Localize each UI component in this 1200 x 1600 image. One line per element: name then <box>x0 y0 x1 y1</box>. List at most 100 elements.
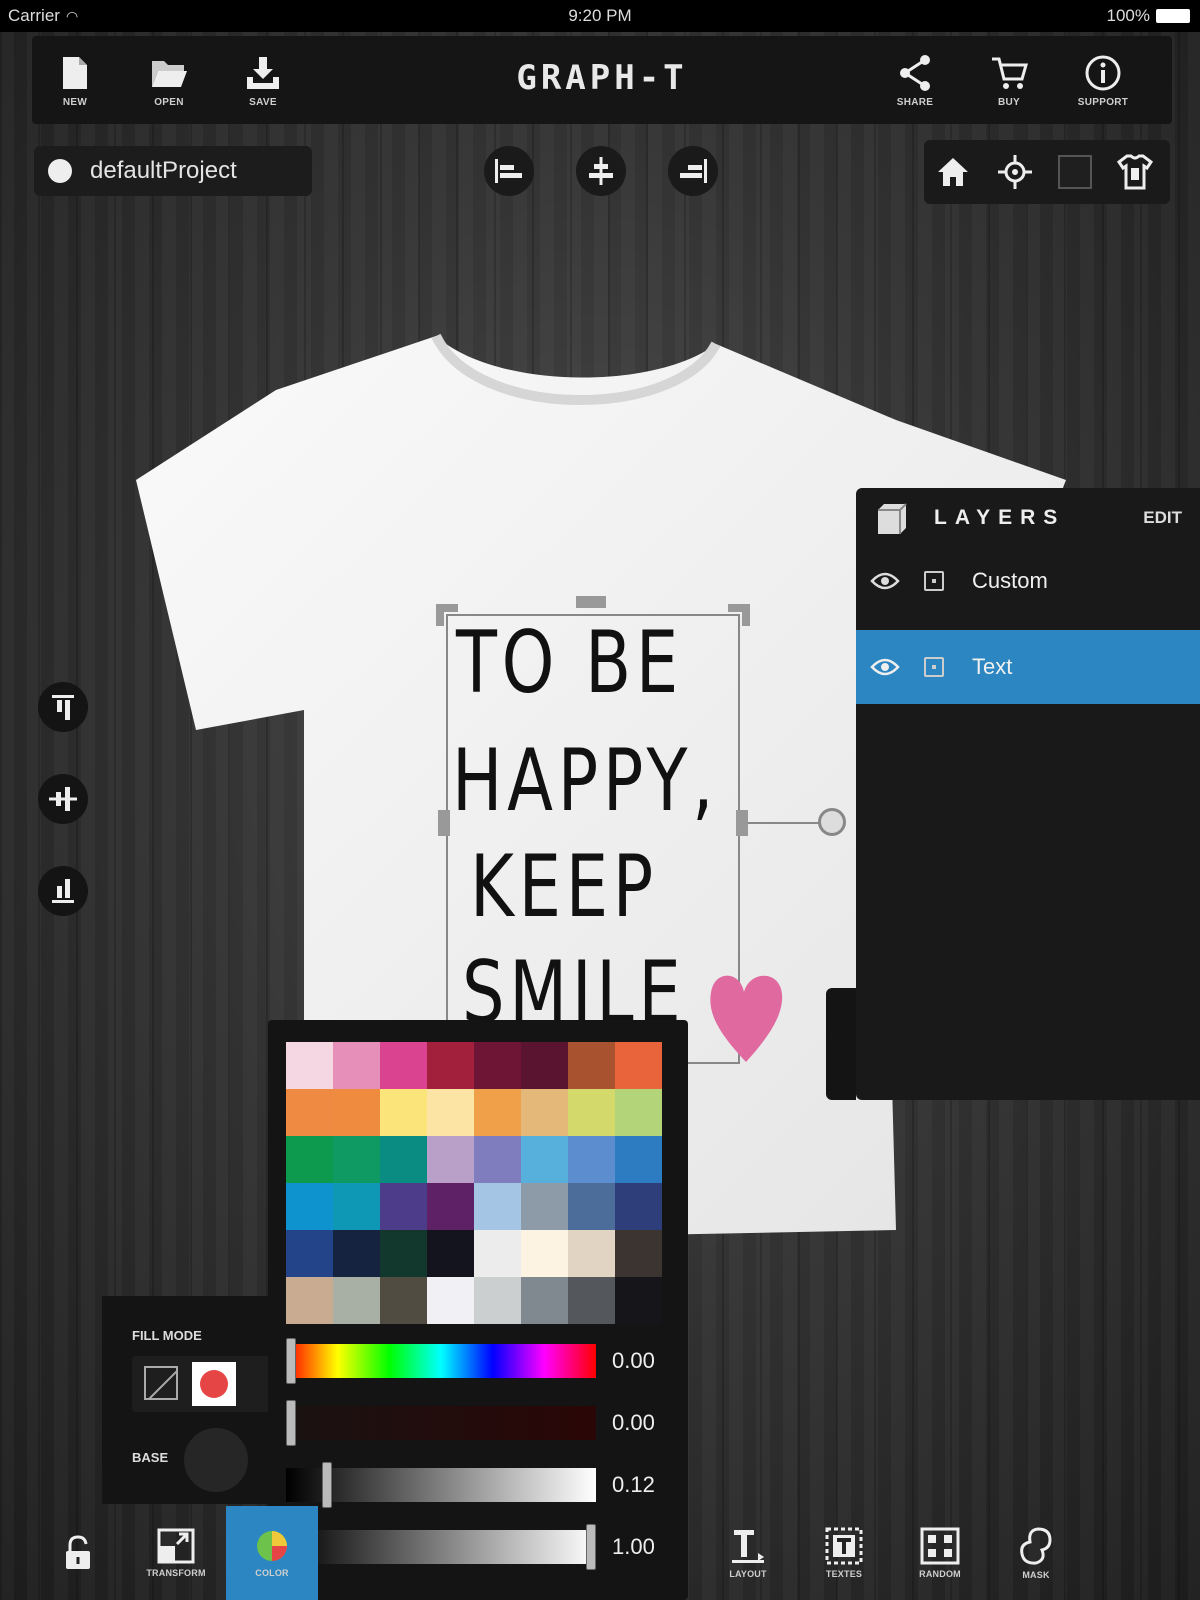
color-swatch[interactable] <box>380 1183 427 1230</box>
color-swatch[interactable] <box>333 1183 380 1230</box>
color-swatch[interactable] <box>427 1277 474 1324</box>
brightness-thumb[interactable] <box>322 1462 332 1508</box>
color-swatch[interactable] <box>521 1183 568 1230</box>
align-right-button[interactable] <box>668 146 718 196</box>
align-top-button[interactable] <box>38 682 88 732</box>
layers-edit-button[interactable]: EDIT <box>1143 508 1182 528</box>
color-swatch[interactable] <box>427 1183 474 1230</box>
design-line-2: HAPPY, <box>452 731 719 831</box>
color-swatch[interactable] <box>474 1136 521 1183</box>
hue-track <box>286 1344 596 1378</box>
color-swatch[interactable] <box>615 1277 662 1324</box>
color-swatch[interactable] <box>427 1136 474 1183</box>
color-swatch[interactable] <box>521 1277 568 1324</box>
color-swatch[interactable] <box>615 1183 662 1230</box>
design-line-1: TO BE <box>456 613 683 713</box>
hue-slider[interactable] <box>286 1338 596 1384</box>
color-swatch[interactable] <box>615 1089 662 1136</box>
battery-icon <box>1156 9 1190 23</box>
color-swatch[interactable] <box>380 1277 427 1324</box>
color-swatch[interactable] <box>427 1230 474 1277</box>
saturation-slider[interactable] <box>286 1400 596 1446</box>
layer-row-custom[interactable]: Custom <box>856 544 1200 618</box>
solid-fill-button[interactable] <box>192 1362 236 1406</box>
color-swatch[interactable] <box>333 1136 380 1183</box>
rotate-handle[interactable] <box>818 808 846 836</box>
color-tab-button[interactable]: COLOR <box>226 1506 318 1600</box>
color-swatch[interactable] <box>568 1136 615 1183</box>
align-center-button[interactable] <box>576 146 626 196</box>
layer-row-text[interactable]: Text <box>856 630 1200 704</box>
color-swatch[interactable] <box>333 1277 380 1324</box>
color-swatch[interactable] <box>568 1230 615 1277</box>
color-swatch[interactable] <box>427 1042 474 1089</box>
tshirt-view-button[interactable] <box>1112 150 1158 194</box>
project-name: defaultProject <box>90 157 237 184</box>
resize-handle-left[interactable] <box>438 810 450 836</box>
heart-shape <box>710 975 783 1062</box>
color-swatch[interactable] <box>286 1089 333 1136</box>
color-swatch[interactable] <box>380 1136 427 1183</box>
color-swatch[interactable] <box>474 1230 521 1277</box>
text-icon <box>825 1527 863 1565</box>
align-middle-button[interactable] <box>38 774 88 824</box>
random-button[interactable]: RANDOM <box>894 1506 986 1600</box>
color-swatch[interactable] <box>286 1277 333 1324</box>
color-swatch[interactable] <box>333 1230 380 1277</box>
resize-handle-top[interactable] <box>576 596 606 608</box>
buy-button[interactable]: BUY <box>966 36 1052 124</box>
color-swatch[interactable] <box>380 1042 427 1089</box>
align-left-button[interactable] <box>484 146 534 196</box>
brightness-slider[interactable] <box>286 1462 596 1508</box>
color-swatch[interactable] <box>380 1230 427 1277</box>
color-swatch[interactable] <box>521 1042 568 1089</box>
color-swatch[interactable] <box>474 1277 521 1324</box>
color-swatch[interactable] <box>568 1042 615 1089</box>
color-swatch[interactable] <box>615 1230 662 1277</box>
color-swatch[interactable] <box>521 1136 568 1183</box>
color-swatch[interactable] <box>568 1183 615 1230</box>
color-swatch[interactable] <box>521 1230 568 1277</box>
color-swatch[interactable] <box>615 1042 662 1089</box>
no-fill-icon[interactable] <box>144 1366 178 1400</box>
color-swatch[interactable] <box>521 1089 568 1136</box>
support-button[interactable]: SUPPORT <box>1060 36 1146 124</box>
color-swatch[interactable] <box>427 1089 474 1136</box>
color-swatch[interactable] <box>474 1042 521 1089</box>
layout-button[interactable]: LAYOUT <box>702 1506 794 1600</box>
project-selector[interactable]: defaultProject <box>34 146 312 196</box>
visibility-eye-icon[interactable] <box>870 657 900 677</box>
color-swatch[interactable] <box>333 1042 380 1089</box>
brightness-value: 0.12 <box>612 1472 655 1497</box>
color-swatch[interactable] <box>333 1089 380 1136</box>
hue-value: 0.00 <box>612 1348 655 1373</box>
project-status-dot <box>48 159 72 183</box>
color-swatch[interactable] <box>568 1089 615 1136</box>
resize-handle-top-left[interactable] <box>436 604 458 626</box>
resize-handle-top-right[interactable] <box>728 604 750 626</box>
home-button[interactable] <box>930 150 976 194</box>
share-button[interactable]: SHARE <box>872 36 958 124</box>
saturation-thumb[interactable] <box>286 1400 296 1446</box>
visibility-eye-icon[interactable] <box>870 571 900 591</box>
color-swatch[interactable] <box>286 1136 333 1183</box>
frame-toggle-button[interactable] <box>1052 150 1098 194</box>
center-button[interactable] <box>992 150 1038 194</box>
align-bottom-button[interactable] <box>38 866 88 916</box>
transform-button[interactable]: TRANSFORM <box>130 1506 222 1600</box>
lock-button[interactable] <box>32 1506 124 1600</box>
color-swatch[interactable] <box>286 1230 333 1277</box>
color-swatch[interactable] <box>474 1089 521 1136</box>
base-color-swatch[interactable] <box>184 1428 248 1492</box>
clock: 9:20 PM <box>568 6 632 25</box>
textes-button[interactable]: TEXTES <box>798 1506 890 1600</box>
color-swatch[interactable] <box>568 1277 615 1324</box>
color-swatch[interactable] <box>286 1042 333 1089</box>
color-swatch[interactable] <box>615 1136 662 1183</box>
color-swatch[interactable] <box>286 1183 333 1230</box>
mask-button[interactable]: MASK <box>990 1506 1082 1600</box>
color-swatch[interactable] <box>380 1089 427 1136</box>
resize-handle-right[interactable] <box>736 810 748 836</box>
hue-thumb[interactable] <box>286 1338 296 1384</box>
color-swatch[interactable] <box>474 1183 521 1230</box>
